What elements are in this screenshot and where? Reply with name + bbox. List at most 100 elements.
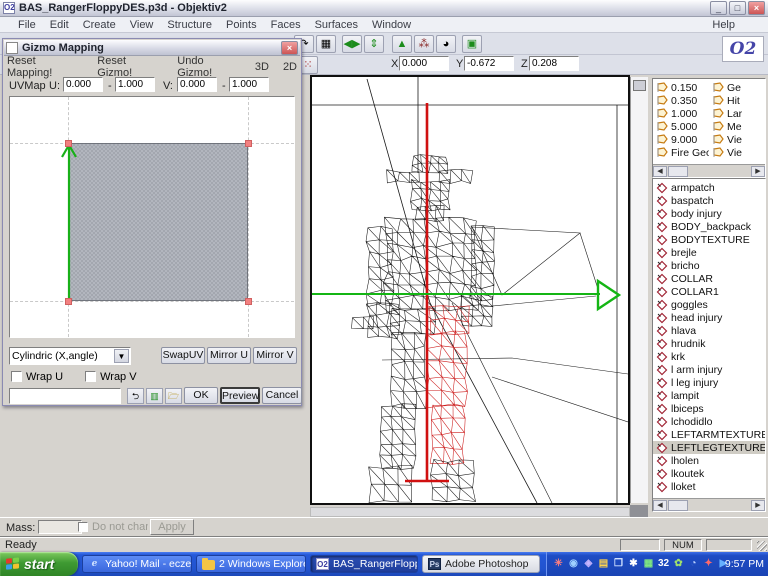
viewport-vscroll-thumb[interactable] (633, 80, 646, 91)
triangulate-icon[interactable]: ▲ (392, 35, 412, 53)
selection-scroll-left-icon[interactable]: ◀ (653, 500, 667, 511)
selection-item-head-injury[interactable]: head injury (653, 311, 765, 324)
lod-item-5-000[interactable]: 5.000 (653, 120, 709, 133)
mass-field[interactable] (38, 520, 82, 534)
menu-item-surfaces[interactable]: Surfaces (308, 18, 365, 32)
selection-item-lholen[interactable]: lholen (653, 454, 765, 467)
total-mass-checkbox[interactable]: Do not change total m (78, 521, 148, 533)
lod-item-9-000[interactable]: 9.000 (653, 133, 709, 146)
selection-scroll-thumb[interactable] (668, 500, 688, 511)
maximize-button[interactable]: □ (729, 1, 746, 15)
lod-item-me[interactable]: Me (709, 120, 765, 133)
tray-icon-winamp[interactable]: ▤ (596, 552, 611, 576)
selection-item-leftarmtexture[interactable]: LEFTARMTEXTURE (653, 428, 765, 441)
tray-icon-messenger[interactable]: ◈ (581, 552, 596, 576)
selection-item-armpatch[interactable]: armpatch (653, 181, 765, 194)
uv-preview-area[interactable] (9, 96, 295, 338)
preview-button[interactable]: Preview (220, 387, 260, 404)
uv-mapping-square[interactable] (68, 143, 248, 301)
structure-icon[interactable]: ⁂ (414, 35, 434, 53)
selection-item-collar1[interactable]: COLLAR1 (653, 285, 765, 298)
selection-item-leftlegtexture[interactable]: LEFTLEGTEXTURE (653, 441, 765, 454)
viewport-hscrollbar[interactable] (310, 507, 630, 517)
tray-icon-32[interactable]: 32 (656, 552, 671, 576)
flip-horizontal-icon[interactable]: ◀▶ (342, 35, 362, 53)
cancel-button[interactable]: Cancel (262, 387, 302, 404)
open-folder-icon[interactable]: 🗁 (165, 388, 182, 404)
mirror-v-button[interactable]: Mirror V (253, 347, 297, 364)
close-button[interactable]: × (748, 1, 765, 15)
selection-item-lkoutek[interactable]: lkoutek (653, 467, 765, 480)
swap-uv-button[interactable]: SwapUV (161, 347, 205, 364)
lod-scroll-right-icon[interactable]: ▶ (751, 166, 765, 177)
menu-item-file[interactable]: File (11, 18, 43, 32)
selection-item-krk[interactable]: krk (653, 350, 765, 363)
dialog-menu-item-3d[interactable]: 3D (255, 61, 269, 73)
lod-item-vie[interactable]: Vie (709, 146, 765, 159)
texture-view-icon[interactable]: ▣ (462, 35, 482, 53)
swap-window-icon[interactable]: ⮌ (127, 388, 144, 404)
selection-item-l-arm-injury[interactable]: l arm injury (653, 363, 765, 376)
selection-hscrollbar[interactable]: ◀ ▶ (653, 498, 765, 511)
tray-icon-window[interactable]: ❒ (611, 552, 626, 576)
menu-item-create[interactable]: Create (76, 18, 123, 32)
dialog-menu-item-reset-gizmo[interactable]: Reset Gizmo! (97, 55, 163, 79)
texture-name-input[interactable] (9, 388, 121, 404)
tray-icon-sphere[interactable]: ◔ (686, 552, 701, 576)
lod-item-fire-geometry[interactable]: Fire Geometry (653, 146, 709, 159)
tray-icon-globe[interactable]: ◉ (566, 552, 581, 576)
wrap-u-checkbox[interactable]: Wrap U (11, 371, 63, 383)
v-axis-arrow-icon[interactable] (58, 137, 80, 309)
selection-item-lampit[interactable]: lampit (653, 389, 765, 402)
uv-handle-top-right[interactable] (245, 140, 252, 147)
lod-item-lar[interactable]: Lar (709, 107, 765, 120)
menu-item-view[interactable]: View (123, 18, 161, 32)
v-to-field[interactable] (229, 77, 269, 92)
uv-handle-bottom-left[interactable] (65, 298, 72, 305)
menu-item-faces[interactable]: Faces (264, 18, 308, 32)
selection-item-lloket[interactable]: lloket (653, 480, 765, 493)
texture-browser-icon[interactable]: ▥ (146, 388, 163, 404)
selection-item-hlava[interactable]: hlava (653, 324, 765, 337)
title-bar[interactable]: O2 BAS_RangerFloppyDES.p3d - Objektiv2 _… (0, 0, 768, 17)
tray-icon-pinwheel[interactable]: ✳ (551, 552, 566, 576)
mirror-u-button[interactable]: Mirror U (207, 347, 251, 364)
resize-grip[interactable] (757, 541, 767, 551)
lod-scroll-thumb[interactable] (668, 166, 688, 177)
selection-scroll-right-icon[interactable]: ▶ (751, 500, 765, 511)
wrap-v-checkbox[interactable]: Wrap V (85, 371, 136, 383)
selection-item-body-injury[interactable]: body injury (653, 207, 765, 220)
dialog-menu-item-undo-gizmo[interactable]: Undo Gizmo! (177, 55, 241, 79)
start-button[interactable]: start (0, 552, 78, 576)
selection-item-collar[interactable]: COLLAR (653, 272, 765, 285)
selection-item-lchodidlo[interactable]: lchodidlo (653, 415, 765, 428)
taskbar-button-2-windows-explorer[interactable]: 2 Windows Explorer▾ (196, 555, 306, 573)
selection-item-l-leg-injury[interactable]: l leg injury (653, 376, 765, 389)
tray-icon-runner[interactable]: ✦ (701, 552, 716, 576)
selection-item-lbiceps[interactable]: lbiceps (653, 402, 765, 415)
color-wheel-icon[interactable]: ◕ (436, 35, 456, 53)
chevron-down-icon[interactable]: ▼ (114, 349, 129, 363)
ok-button[interactable]: OK (184, 387, 218, 404)
dialog-menu-item-2d[interactable]: 2D (283, 61, 297, 73)
lod-item-0-350[interactable]: 0.350 (653, 94, 709, 107)
selection-item-brejle[interactable]: brejle (653, 246, 765, 259)
menu-item-help[interactable]: Help (705, 18, 742, 32)
lod-item-vie[interactable]: Vie (709, 133, 765, 146)
viewport-vscrollbar[interactable] (630, 77, 648, 503)
coord-y-field[interactable] (464, 56, 514, 71)
selection-item-body-backpack[interactable]: BODY_backpack (653, 220, 765, 233)
selection-item-bricho[interactable]: bricho (653, 259, 765, 272)
flip-vertical-icon[interactable]: ⇕ (364, 35, 384, 53)
taskbar-button-yahoo-mail-eczer[interactable]: eYahoo! Mail - eczer... (82, 555, 192, 573)
minimize-button[interactable]: _ (710, 1, 727, 15)
taskbar-button-adobe-photoshop[interactable]: PsAdobe Photoshop (422, 555, 540, 573)
viewport-3d[interactable] (312, 77, 628, 503)
menu-item-window[interactable]: Window (365, 18, 418, 32)
mapping-type-select[interactable]: Cylindric (X,angle) ▼ (9, 347, 131, 365)
lod-item-hit[interactable]: Hit (709, 94, 765, 107)
dialog-close-button[interactable]: × (281, 41, 298, 55)
tray-icon-hand[interactable]: ✱ (626, 552, 641, 576)
selection-item-baspatch[interactable]: baspatch (653, 194, 765, 207)
taskbar-button-bas-rangerfloppy[interactable]: O2BAS_RangerFloppy... (310, 555, 418, 573)
